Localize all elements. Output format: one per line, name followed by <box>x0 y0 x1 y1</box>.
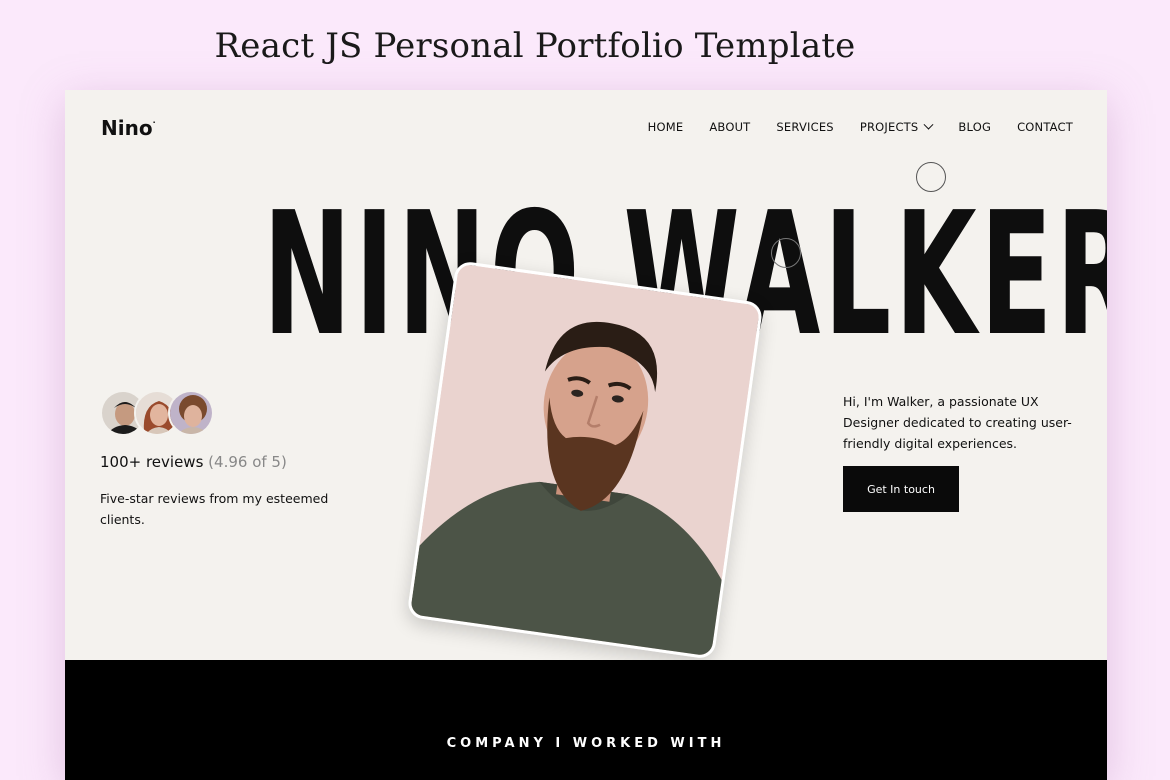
portrait-illustration <box>406 263 764 660</box>
nav-services[interactable]: SERVICES <box>776 120 833 134</box>
nav-projects-label: PROJECTS <box>859 120 919 134</box>
reviews-count: 100+ reviews <box>100 453 204 471</box>
site-frame: Nino· HOME ABOUT SERVICES PROJECTS BLOG … <box>65 90 1107 780</box>
reviews-summary: 100+ reviews (4.96 of 5) <box>100 453 287 471</box>
page-heading: React JS Personal Portfolio Template <box>214 26 856 66</box>
companies-section: COMPANY I WORKED WITH <box>65 660 1107 780</box>
reviewer-avatars <box>100 390 214 436</box>
reviews-description: Five-star reviews from my esteemed clien… <box>100 491 329 527</box>
main-nav: HOME ABOUT SERVICES PROJECTS BLOG CONTAC… <box>648 119 1073 134</box>
cursor-ring-icon <box>916 162 946 192</box>
get-in-touch-button[interactable]: Get In touch <box>843 466 959 512</box>
logo-mark: · <box>152 118 156 127</box>
nav-home[interactable]: HOME <box>648 120 684 134</box>
nav-blog[interactable]: BLOG <box>958 120 991 134</box>
logo-text: Nino <box>101 116 153 140</box>
portrait-photo <box>406 260 764 660</box>
reviews-rating: (4.96 of 5) <box>208 453 287 471</box>
companies-title: COMPANY I WORKED WITH <box>446 736 726 751</box>
nav-contact[interactable]: CONTACT <box>1017 120 1073 134</box>
cursor-ring-icon <box>771 238 801 268</box>
site-logo[interactable]: Nino· <box>101 116 156 140</box>
intro-text: Hi, I'm Walker, a passionate UX Designer… <box>843 394 1072 451</box>
chevron-down-icon <box>923 119 934 130</box>
nav-about[interactable]: ABOUT <box>709 120 750 134</box>
avatar <box>168 390 214 436</box>
nav-projects[interactable]: PROJECTS <box>859 119 934 134</box>
